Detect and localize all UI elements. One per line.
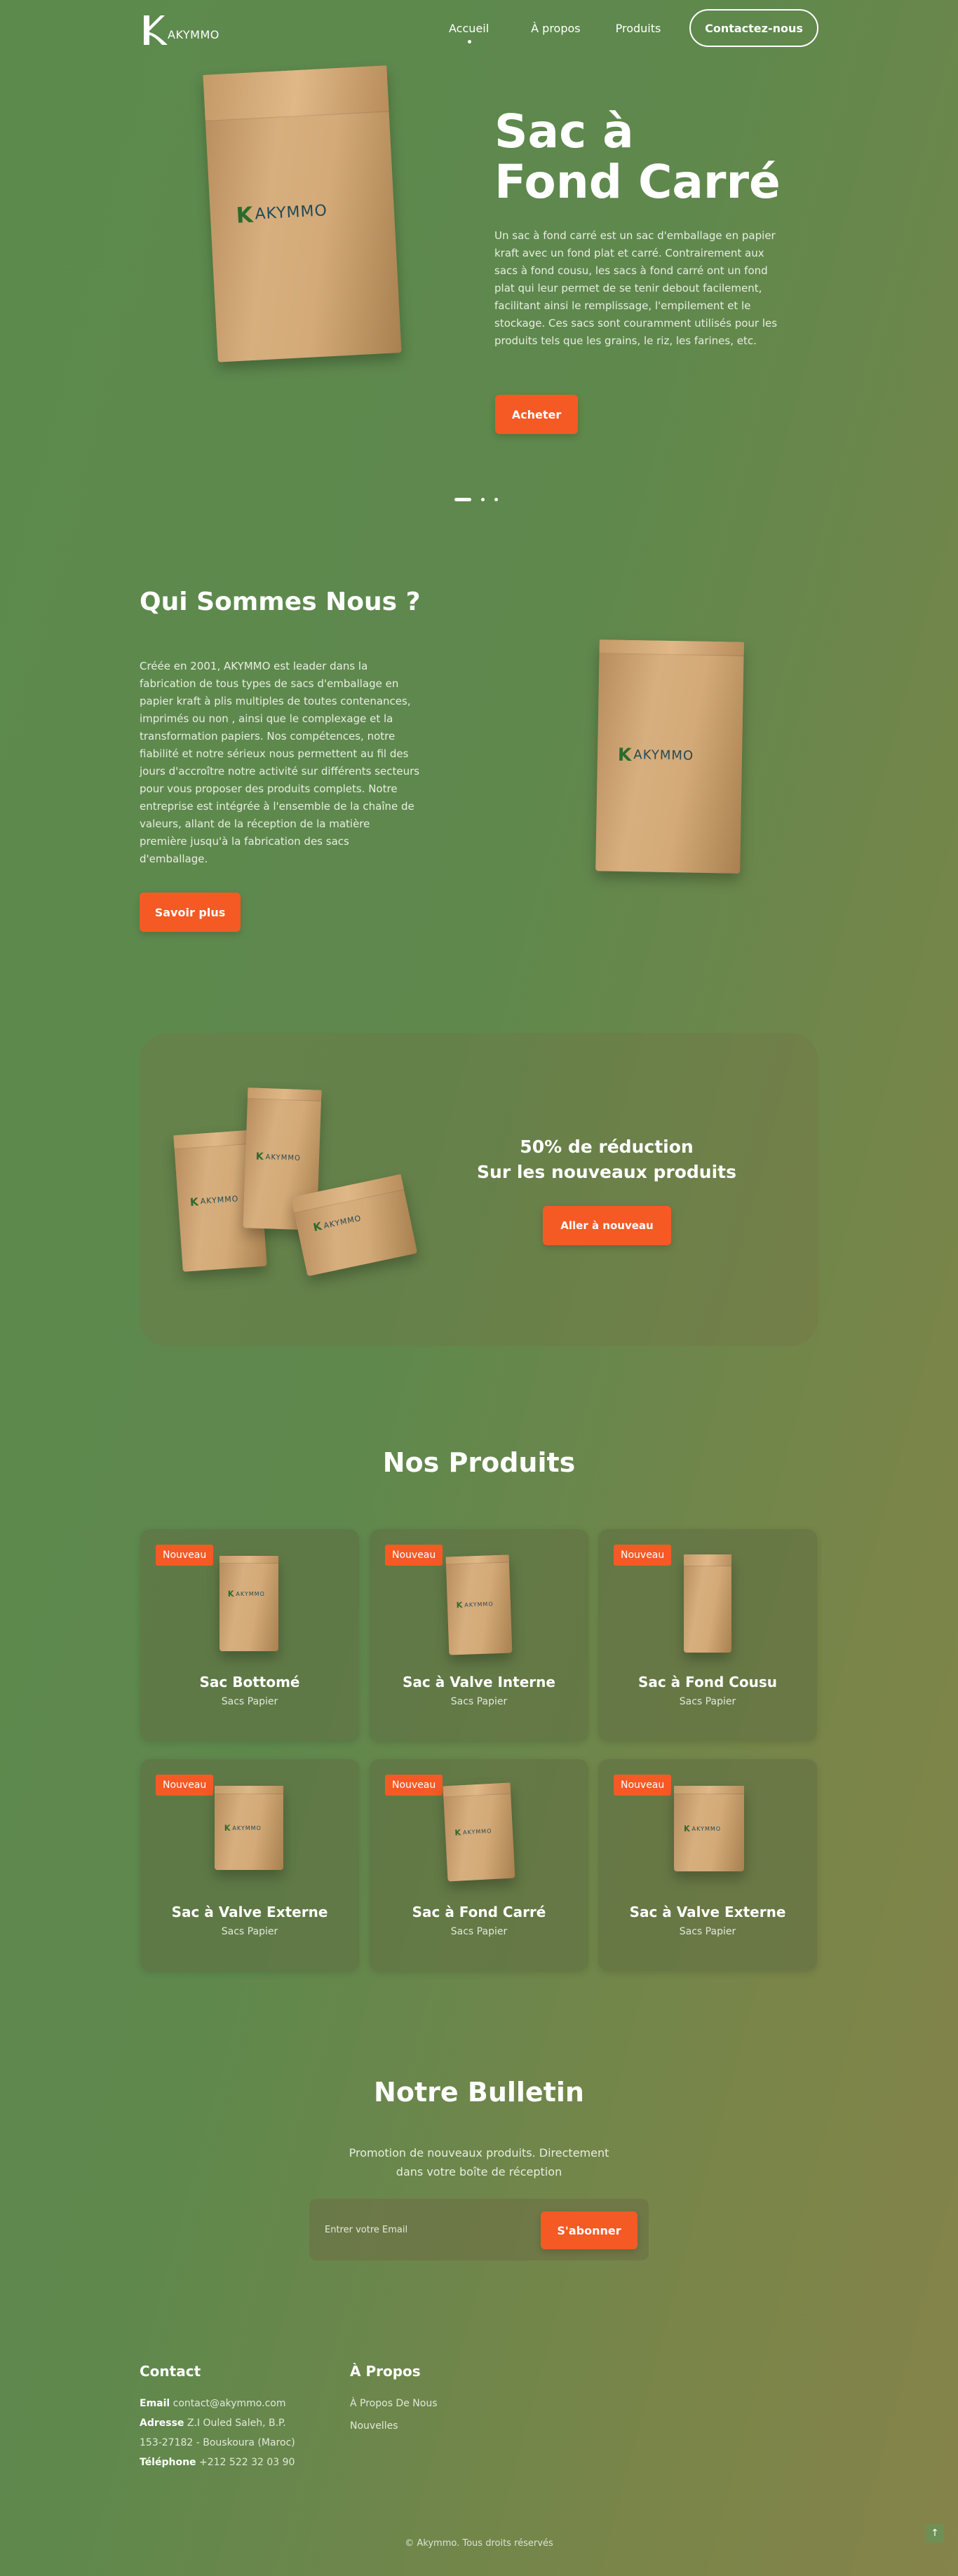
product-name: Sac à Fond Carré xyxy=(412,1904,546,1920)
product-category: Sacs Papier xyxy=(221,1696,278,1707)
logo-k-icon xyxy=(144,15,168,45)
about-text: Créée en 2001, AKYMMO est leader dans la… xyxy=(140,660,420,865)
product-card[interactable]: Nouveau K AKYMMO Sac à Valve Externe Sacs… xyxy=(598,1759,817,1971)
footer-about-links: À Propos De Nous Nouvelles xyxy=(350,2394,490,2436)
footer-contact-title: Contact xyxy=(140,2363,201,2380)
product-image: K AKYMMO xyxy=(445,1554,513,1655)
footer-phone[interactable]: Téléphone +212 522 32 03 90 xyxy=(140,2453,308,2472)
product-name: Sac à Valve Externe xyxy=(171,1904,328,1920)
product-name: Sac à Valve Externe xyxy=(629,1904,786,1920)
product-category: Sacs Papier xyxy=(450,1696,508,1707)
nouveau-badge: Nouveau xyxy=(156,1545,214,1566)
product-image xyxy=(684,1554,731,1653)
product-card[interactable]: Nouveau K AKYMMO Sac à Fond Carré Sacs Pa… xyxy=(370,1759,588,1971)
footer-contact-info: Email contact@akymmo.com Adresse Z.I Oul… xyxy=(140,2394,308,2472)
contact-button[interactable]: Contactez-nous xyxy=(689,9,818,47)
nav-a-propos[interactable]: À propos xyxy=(531,22,580,35)
hero-bag-image: K AKYMMO xyxy=(203,65,402,362)
product-image: K AKYMMO xyxy=(443,1782,515,1882)
arrow-up-icon: ↑ xyxy=(931,2528,939,2539)
footer-link-a-propos[interactable]: À Propos De Nous xyxy=(350,2394,490,2413)
newsletter-form: S'abonner xyxy=(309,2199,649,2260)
nouveau-badge: Nouveau xyxy=(156,1775,214,1796)
about-title: Qui Sommes Nous ? xyxy=(140,588,421,616)
product-card[interactable]: Nouveau Sac à Fond Cousu Sacs Papier xyxy=(598,1529,817,1741)
product-card[interactable]: Nouveau K AKYMMO Sac Bottomé Sacs Papier xyxy=(140,1529,359,1741)
carousel-dot[interactable] xyxy=(494,498,498,501)
nav-accueil[interactable]: Accueil xyxy=(449,22,489,43)
product-image: K AKYMMO xyxy=(674,1786,744,1871)
footer-email[interactable]: Email contact@akymmo.com xyxy=(140,2394,308,2413)
carousel-dot[interactable] xyxy=(481,498,485,501)
hero-title: Sac à Fond Carré xyxy=(494,104,781,209)
footer-address: Adresse Z.I Ouled Saleh, B.P. 153-27182 … xyxy=(140,2418,295,2448)
savoir-plus-button[interactable]: Savoir plus xyxy=(140,893,241,932)
footer-about-title: À Propos xyxy=(350,2363,421,2380)
aller-a-nouveau-button[interactable]: Aller à nouveau xyxy=(543,1206,671,1245)
about-bag-image: K AKYMMO xyxy=(595,639,744,874)
product-name: Sac à Fond Cousu xyxy=(637,1674,778,1690)
nouveau-badge: Nouveau xyxy=(614,1545,672,1566)
hero-description: Un sac à fond carré est un sac d'emballa… xyxy=(494,229,778,347)
copyright: © Akymmo. Tous droits réservés xyxy=(405,2538,553,2549)
product-image: K AKYMMO xyxy=(215,1786,283,1870)
carousel-dot-active[interactable] xyxy=(454,498,471,501)
email-input[interactable] xyxy=(323,2214,520,2245)
product-card[interactable]: Nouveau K AKYMMO Sac à Valve Interne Sacs… xyxy=(370,1529,588,1741)
products-title: Nos Produits xyxy=(382,1447,576,1478)
logo-text: AKYMMO xyxy=(168,27,220,41)
carousel-dots xyxy=(454,498,498,501)
product-category: Sacs Papier xyxy=(679,1696,736,1707)
product-category: Sacs Papier xyxy=(679,1926,736,1937)
product-name: Sac Bottomé xyxy=(199,1674,300,1690)
product-image: K AKYMMO xyxy=(220,1556,278,1651)
product-category: Sacs Papier xyxy=(450,1926,508,1937)
newsletter-text: Promotion de nouveaux produits. Directem… xyxy=(349,2146,609,2178)
main-nav: Accueil À propos Produits xyxy=(449,15,661,43)
nav-produits[interactable]: Produits xyxy=(616,22,661,35)
nouveau-badge: Nouveau xyxy=(385,1775,443,1796)
logo[interactable]: AKYMMO xyxy=(140,13,231,46)
back-to-top-button[interactable]: ↑ xyxy=(926,2524,944,2542)
footer-link-nouvelles[interactable]: Nouvelles xyxy=(350,2416,490,2436)
acheter-button[interactable]: Acheter xyxy=(495,395,578,434)
product-name: Sac à Valve Interne xyxy=(403,1674,555,1690)
newsletter-title: Notre Bulletin xyxy=(374,2077,584,2108)
promo-title: 50% de réduction Sur les nouveaux produi… xyxy=(477,1137,736,1182)
subscribe-button[interactable]: S'abonner xyxy=(541,2211,637,2249)
product-card[interactable]: Nouveau K AKYMMO Sac à Valve Externe Sacs… xyxy=(140,1759,359,1971)
nouveau-badge: Nouveau xyxy=(385,1545,443,1566)
nouveau-badge: Nouveau xyxy=(614,1775,672,1796)
product-category: Sacs Papier xyxy=(221,1926,278,1937)
